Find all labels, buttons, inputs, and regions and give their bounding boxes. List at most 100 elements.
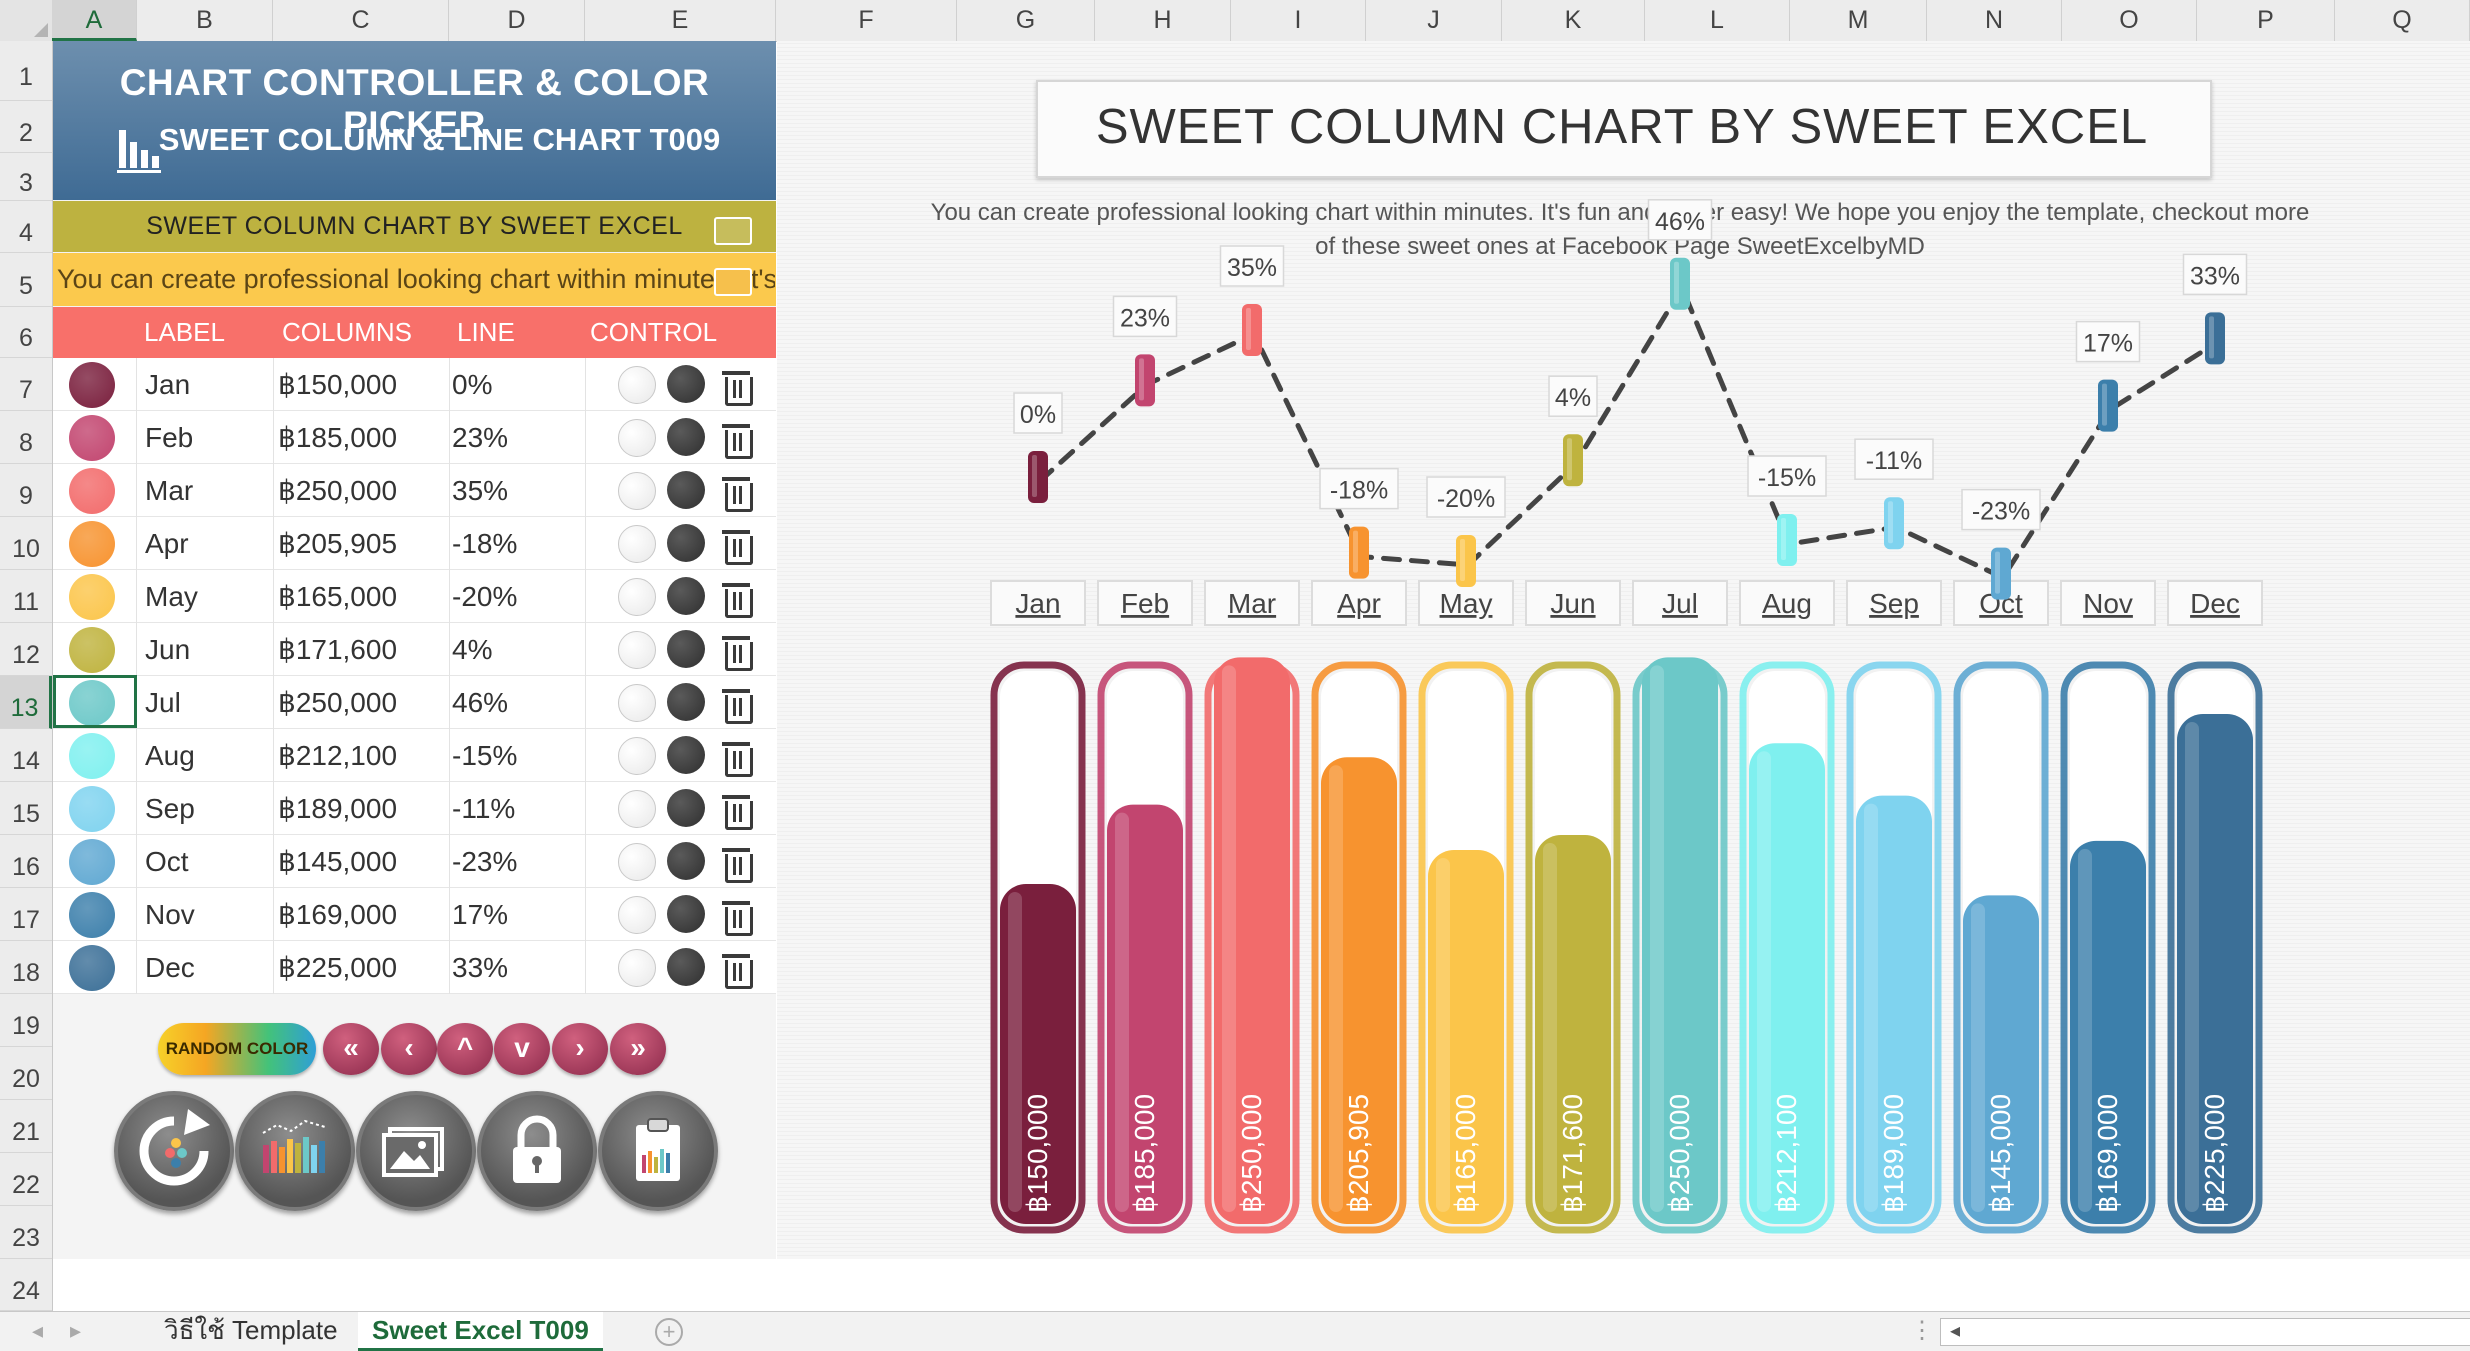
row-header[interactable]: 10	[0, 517, 52, 570]
row-label[interactable]: Oct	[145, 835, 189, 888]
trash-icon[interactable]	[722, 636, 753, 671]
horizontal-scrollbar[interactable]	[1940, 1318, 2470, 1346]
trash-icon[interactable]	[722, 371, 753, 406]
scroll-left-icon[interactable]: ◂	[1950, 1318, 1960, 1343]
light-toggle[interactable]	[618, 472, 656, 510]
dark-toggle[interactable]	[667, 471, 705, 509]
trash-icon[interactable]	[722, 954, 753, 989]
row-label[interactable]: Dec	[145, 941, 195, 994]
row-header[interactable]: 16	[0, 835, 52, 888]
row-header[interactable]: 19	[0, 994, 52, 1047]
row-label[interactable]: Mar	[145, 464, 193, 517]
row-header[interactable]: 2	[0, 101, 52, 153]
dark-toggle[interactable]	[667, 365, 705, 403]
edit-title-icon[interactable]	[714, 217, 752, 245]
row-header[interactable]: 20	[0, 1047, 52, 1100]
clipboard-button[interactable]	[598, 1091, 718, 1211]
light-toggle[interactable]	[618, 525, 656, 563]
column-header[interactable]: H	[1095, 0, 1231, 41]
tab-scroll-right-icon[interactable]: ▸	[70, 1318, 81, 1344]
color-swatch[interactable]	[69, 468, 115, 514]
chart-style-button[interactable]	[235, 1091, 355, 1211]
trash-icon[interactable]	[722, 795, 753, 830]
tab-instructions[interactable]: วิธีใช้ Template	[150, 1312, 352, 1348]
column-header[interactable]: J	[1366, 0, 1502, 41]
nav-button[interactable]: ^	[437, 1023, 493, 1075]
dark-toggle[interactable]	[667, 524, 705, 562]
dark-toggle[interactable]	[667, 789, 705, 827]
picture-button[interactable]	[356, 1091, 476, 1211]
row-column-value[interactable]: ฿171,600	[278, 623, 397, 676]
dark-toggle[interactable]	[667, 842, 705, 880]
light-toggle[interactable]	[618, 843, 656, 881]
column-header[interactable]: P	[2197, 0, 2335, 41]
column-header[interactable]: O	[2062, 0, 2197, 41]
trash-icon[interactable]	[722, 901, 753, 936]
trash-icon[interactable]	[722, 424, 753, 459]
row-label[interactable]: Apr	[145, 517, 189, 570]
edit-description-icon[interactable]	[714, 268, 752, 296]
row-column-value[interactable]: ฿225,000	[278, 941, 397, 994]
color-swatch[interactable]	[69, 892, 115, 938]
nav-button[interactable]: «	[323, 1023, 379, 1075]
row-label[interactable]: Sep	[145, 782, 195, 835]
dark-toggle[interactable]	[667, 630, 705, 668]
row-header[interactable]: 18	[0, 941, 52, 994]
row-header[interactable]: 1	[0, 41, 52, 101]
color-swatch[interactable]	[69, 521, 115, 567]
color-swatch[interactable]	[69, 786, 115, 832]
dark-toggle[interactable]	[667, 895, 705, 933]
row-column-value[interactable]: ฿150,000	[278, 358, 397, 411]
row-line-value[interactable]: -11%	[452, 782, 515, 835]
column-header[interactable]: Q	[2335, 0, 2470, 41]
trash-icon[interactable]	[722, 477, 753, 512]
row-header[interactable]: 8	[0, 411, 52, 464]
trash-icon[interactable]	[722, 583, 753, 618]
color-swatch[interactable]	[69, 574, 115, 620]
row-line-value[interactable]: -20%	[452, 570, 517, 623]
row-line-value[interactable]: -15%	[452, 729, 517, 782]
color-swatch[interactable]	[69, 839, 115, 885]
dark-toggle[interactable]	[667, 577, 705, 615]
row-column-value[interactable]: ฿189,000	[278, 782, 397, 835]
light-toggle[interactable]	[618, 737, 656, 775]
row-line-value[interactable]: 33%	[452, 941, 508, 994]
trash-icon[interactable]	[722, 689, 753, 724]
column-header[interactable]: C	[273, 0, 449, 41]
row-header[interactable]: 5	[0, 253, 52, 307]
column-header[interactable]: E	[585, 0, 776, 41]
row-label[interactable]: Jan	[145, 358, 190, 411]
row-header[interactable]: 23	[0, 1206, 52, 1259]
row-header[interactable]: 12	[0, 623, 52, 676]
row-header[interactable]: 24	[0, 1259, 52, 1311]
column-header[interactable]: K	[1502, 0, 1645, 41]
select-all-corner[interactable]	[0, 0, 53, 41]
color-swatch[interactable]	[69, 733, 115, 779]
row-column-value[interactable]: ฿250,000	[278, 676, 397, 729]
column-header[interactable]: F	[776, 0, 957, 41]
nav-button[interactable]: ‹	[381, 1023, 437, 1075]
row-line-value[interactable]: 46%	[452, 676, 508, 729]
column-header[interactable]: D	[449, 0, 585, 41]
row-label[interactable]: May	[145, 570, 198, 623]
dark-toggle[interactable]	[667, 948, 705, 986]
column-header[interactable]: A	[52, 0, 137, 41]
row-column-value[interactable]: ฿205,905	[278, 517, 397, 570]
light-toggle[interactable]	[618, 896, 656, 934]
row-header[interactable]: 22	[0, 1153, 52, 1206]
chart-title-cell[interactable]: SWEET COLUMN CHART BY SWEET EXCEL	[53, 201, 776, 252]
description-cell[interactable]: You can create professional looking char…	[57, 253, 775, 306]
row-line-value[interactable]: 35%	[452, 464, 508, 517]
add-sheet-icon[interactable]: +	[655, 1318, 683, 1346]
row-line-value[interactable]: -23%	[452, 835, 517, 888]
color-swatch[interactable]	[69, 945, 115, 991]
trash-icon[interactable]	[722, 848, 753, 883]
row-line-value[interactable]: 4%	[452, 623, 492, 676]
column-header[interactable]: I	[1231, 0, 1366, 41]
light-toggle[interactable]	[618, 631, 656, 669]
row-header[interactable]: 11	[0, 570, 52, 623]
light-toggle[interactable]	[618, 419, 656, 457]
color-swatch[interactable]	[69, 627, 115, 673]
row-label[interactable]: Jul	[145, 676, 181, 729]
random-color-button[interactable]: RANDOM COLOR	[158, 1023, 316, 1075]
